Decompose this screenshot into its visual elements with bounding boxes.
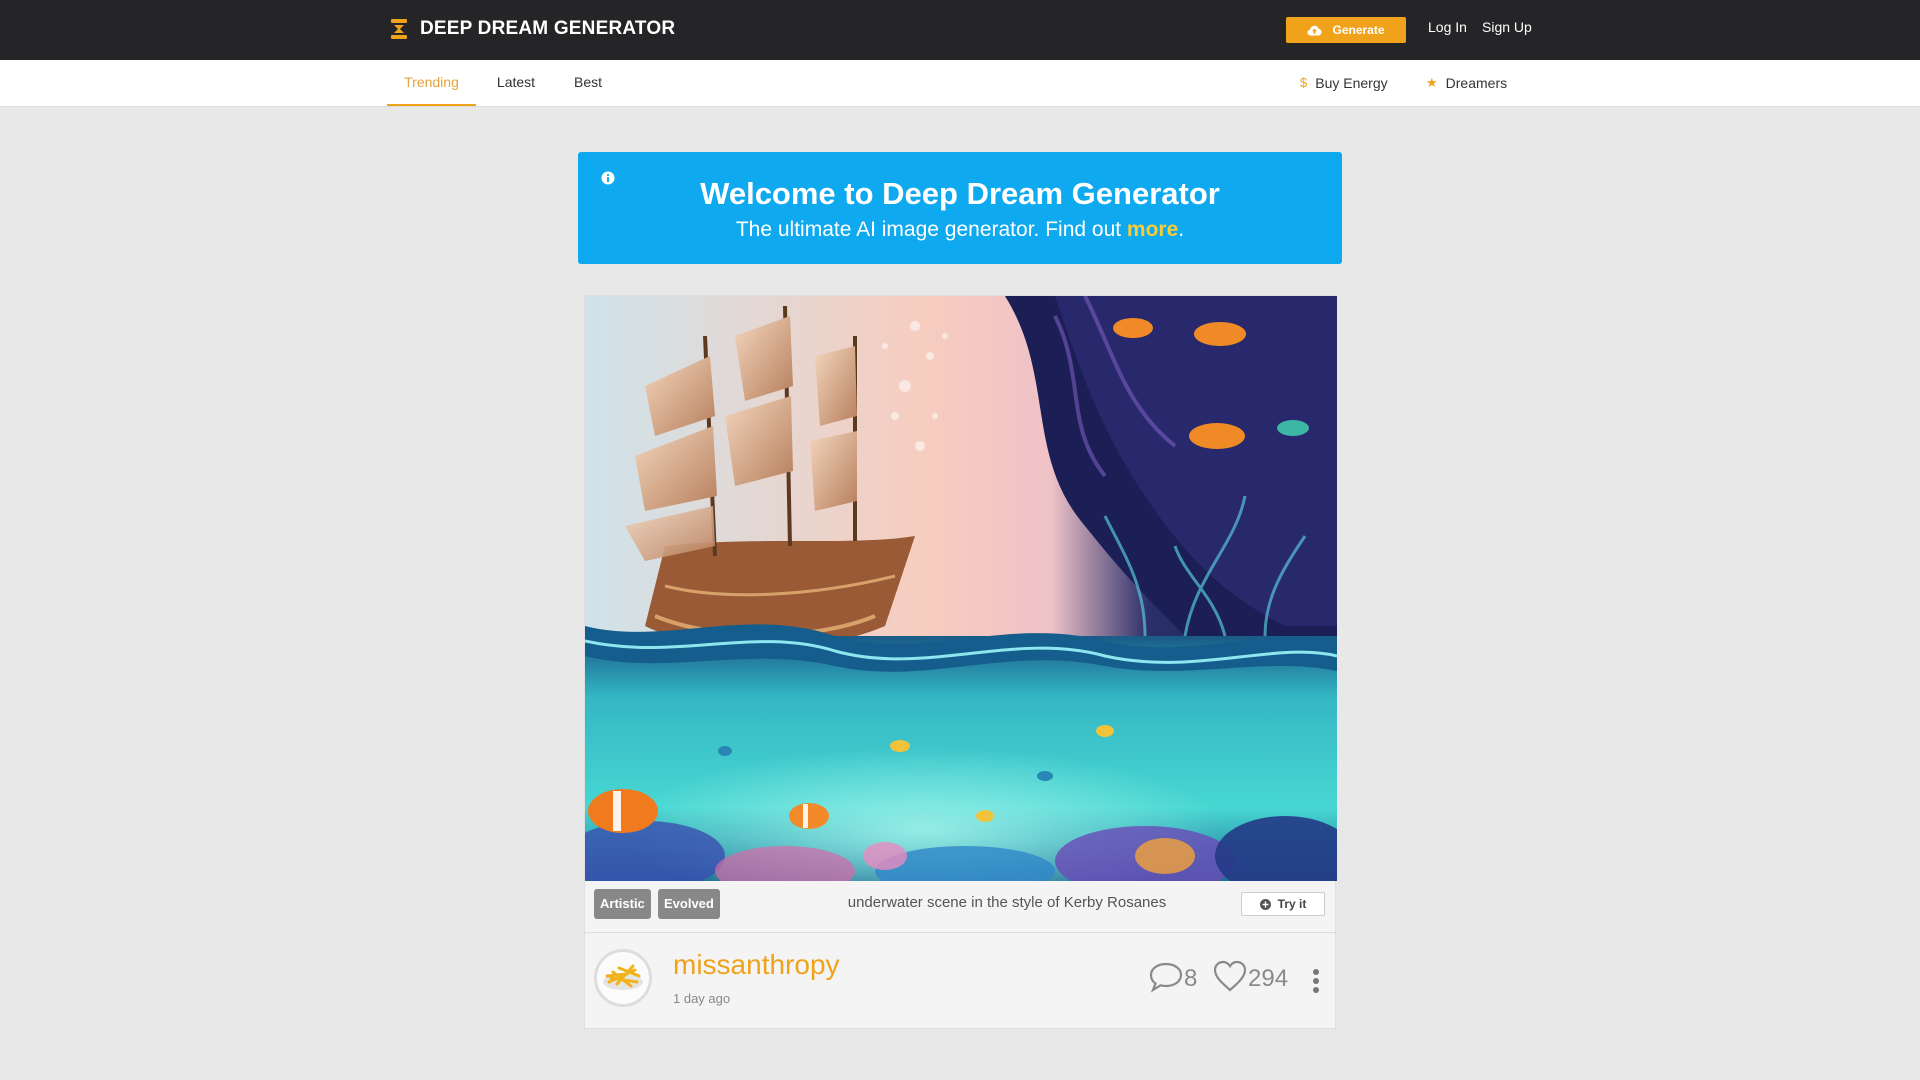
post-card: Artistic Evolved underwater scene in the… bbox=[584, 295, 1337, 1029]
try-it-label: Try it bbox=[1277, 897, 1307, 911]
dreamers-link[interactable]: ★ Dreamers bbox=[1426, 60, 1507, 106]
top-bar: DEEP DREAM GENERATOR Generate Log In Sig… bbox=[0, 0, 1920, 60]
buy-energy-link[interactable]: $ Buy Energy bbox=[1300, 60, 1388, 106]
tab-latest[interactable]: Latest bbox=[488, 60, 544, 106]
welcome-banner: Welcome to Deep Dream Generator The ulti… bbox=[578, 152, 1342, 264]
tab-best[interactable]: Best bbox=[566, 60, 610, 106]
post-time: 1 day ago bbox=[673, 991, 731, 1006]
plus-circle-icon bbox=[1259, 898, 1271, 910]
cloud-upload-icon bbox=[1307, 25, 1323, 35]
signup-link[interactable]: Sign Up bbox=[1482, 19, 1532, 35]
avatar-image bbox=[597, 952, 649, 1004]
avatar[interactable] bbox=[594, 949, 652, 1007]
generate-button[interactable]: Generate bbox=[1286, 17, 1406, 43]
prompt-text: underwater scene in the style of Kerby R… bbox=[847, 894, 1167, 911]
sub-nav: Trending Latest Best $ Buy Energy ★ Drea… bbox=[0, 60, 1920, 107]
try-it-button[interactable]: Try it bbox=[1241, 892, 1325, 916]
author-username[interactable]: missanthropy bbox=[673, 949, 840, 981]
logo-text: DEEP DREAM GENERATOR bbox=[420, 18, 676, 39]
logo-icon bbox=[391, 19, 407, 39]
post-author-row: missanthropy 1 day ago 8 294 bbox=[585, 933, 1337, 1028]
comment-icon bbox=[1149, 962, 1183, 993]
generate-label: Generate bbox=[1332, 23, 1385, 37]
post-meta-row: Artistic Evolved underwater scene in the… bbox=[585, 881, 1337, 933]
banner-subtitle: The ultimate AI image generator. Find ou… bbox=[578, 218, 1342, 242]
like-button[interactable]: 294 bbox=[1212, 959, 1288, 993]
comment-count: 8 bbox=[1184, 965, 1198, 992]
dollar-icon: $ bbox=[1300, 75, 1308, 90]
badge-artistic[interactable]: Artistic bbox=[594, 889, 651, 919]
badge-evolved[interactable]: Evolved bbox=[658, 889, 720, 919]
buy-energy-label: Buy Energy bbox=[1315, 75, 1388, 91]
login-link[interactable]: Log In bbox=[1428, 19, 1467, 35]
star-icon: ★ bbox=[1426, 75, 1438, 90]
comments-button[interactable]: 8 bbox=[1148, 961, 1197, 993]
banner-title: Welcome to Deep Dream Generator bbox=[700, 176, 1220, 211]
tab-trending[interactable]: Trending bbox=[387, 60, 476, 106]
like-count: 294 bbox=[1248, 965, 1289, 992]
post-image[interactable] bbox=[585, 296, 1337, 881]
banner-subtitle-end: . bbox=[1178, 218, 1185, 241]
dreamers-label: Dreamers bbox=[1445, 75, 1508, 91]
more-options-icon[interactable] bbox=[1311, 968, 1321, 994]
more-link[interactable]: more bbox=[1127, 218, 1178, 241]
banner-subtitle-text: The ultimate AI image generator. Find ou… bbox=[735, 218, 1127, 241]
heart-icon bbox=[1213, 960, 1247, 992]
site-logo[interactable]: DEEP DREAM GENERATOR bbox=[390, 18, 675, 40]
